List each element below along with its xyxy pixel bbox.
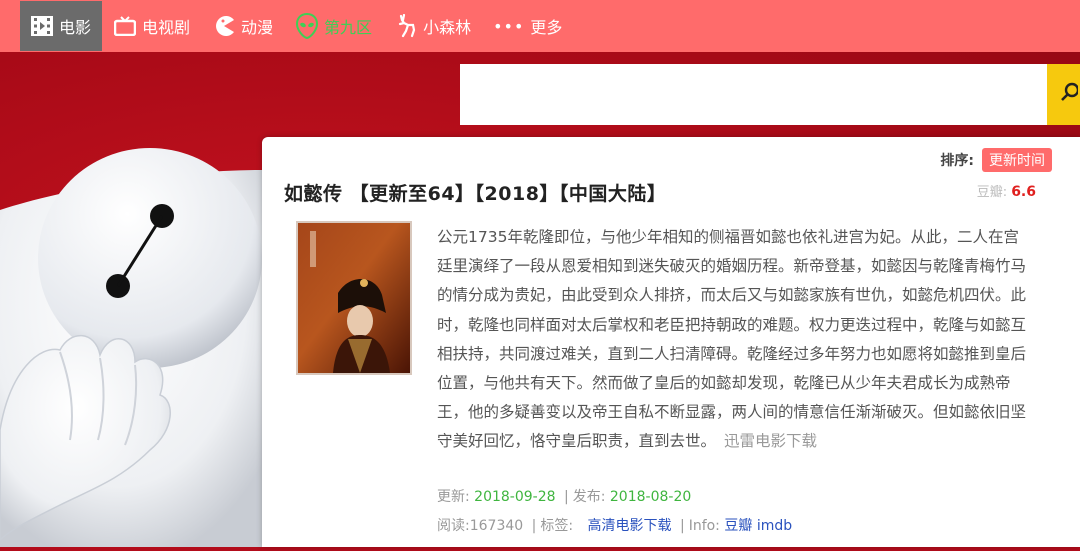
search-input[interactable] <box>460 64 1047 125</box>
nav-label: 第九区 <box>324 18 373 37</box>
sort-by-update-time-button[interactable]: 更新时间 <box>982 148 1052 172</box>
rating-label: 豆瓣: <box>976 185 1008 200</box>
description-text: 公元1735年乾隆即位，与他少年相知的侧福晋如懿也依礼进宫为妃。从此，二人在宫廷… <box>437 228 1027 451</box>
stats-meta: 阅读:167340 | 标签: 高清电影下载 | Info: 豆瓣 imdb <box>437 515 792 535</box>
updated-date: 2018-09-28 <box>474 489 556 505</box>
douban-rating: 豆瓣: 6.6 <box>977 181 1036 200</box>
sort-control: 排序: 更新时间 <box>940 148 1052 172</box>
separator: | <box>531 518 537 534</box>
info-label: Info: <box>688 518 720 534</box>
reads-label: 阅读: <box>437 518 470 534</box>
reads-count: 167340 <box>469 518 524 534</box>
nav-item-district9[interactable]: 第九区 <box>284 1 383 51</box>
sort-label: 排序: <box>940 153 974 169</box>
search-icon <box>1060 82 1080 107</box>
nav-label: 更多 <box>530 18 563 37</box>
separator: | <box>564 489 569 505</box>
alien-icon <box>295 13 319 39</box>
released-date: 2018-08-20 <box>609 489 692 505</box>
movie-card: 排序: 更新时间 豆瓣: 6.6 如懿传 【更新至64】【2018】【中国大陆】 … <box>262 137 1080 547</box>
tags-label: 标签: <box>540 518 574 534</box>
tv-icon <box>113 14 137 38</box>
nav-item-movies[interactable]: 电影 <box>20 1 103 51</box>
movie-description: 公元1735年乾隆即位，与他少年相知的侧福晋如懿也依礼进宫为妃。从此，二人在宫廷… <box>437 223 1027 457</box>
download-link[interactable]: 迅雷电影下载 <box>724 432 817 450</box>
movie-title[interactable]: 如懿传 【更新至64】【2018】【中国大陆】 <box>284 179 666 206</box>
search-bar <box>460 64 1080 125</box>
nav-item-tv[interactable]: 电视剧 <box>102 1 201 51</box>
deer-icon <box>394 14 418 38</box>
updated-label: 更新: <box>437 489 470 505</box>
search-button[interactable] <box>1047 64 1080 125</box>
more-dots-icon: ••• <box>493 16 525 36</box>
nav-label: 电影 <box>59 18 92 37</box>
nav-label: 动漫 <box>241 18 274 37</box>
rating-score: 6.6 <box>1011 184 1036 200</box>
date-meta: 更新: 2018-09-28 | 发布: 2018-08-20 <box>437 486 691 506</box>
imdb-link[interactable]: imdb <box>757 518 792 534</box>
tag-link[interactable]: 高清电影下载 <box>588 518 672 534</box>
nav-item-little-forest[interactable]: 小森林 <box>383 1 482 51</box>
nav-item-anime[interactable]: 动漫 <box>201 1 284 51</box>
top-nav: 电影 电视剧 动漫 第九区 小森林 ••• 更多 <box>0 0 1080 52</box>
nav-item-more[interactable]: ••• 更多 <box>482 1 573 51</box>
film-icon <box>30 14 54 38</box>
released-label: 发布: <box>572 489 606 505</box>
baymax-illustration <box>0 130 270 551</box>
nav-label: 电视剧 <box>142 18 191 37</box>
pacman-icon <box>212 14 236 38</box>
douban-link[interactable]: 豆瓣 <box>724 518 752 534</box>
separator: | <box>679 518 685 534</box>
movie-poster[interactable] <box>296 221 412 375</box>
nav-label: 小森林 <box>423 18 472 37</box>
